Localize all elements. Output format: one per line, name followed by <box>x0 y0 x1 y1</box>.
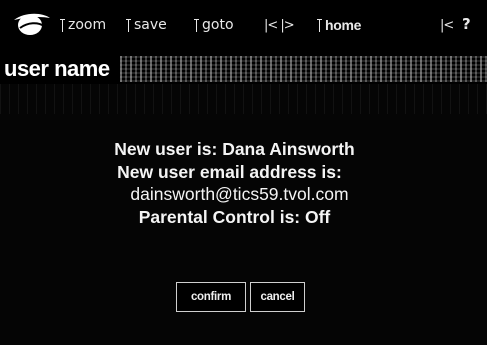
confirm-button[interactable]: confirm <box>176 282 246 312</box>
save-button[interactable]: save <box>126 11 167 33</box>
cancel-button[interactable]: cancel <box>250 282 305 312</box>
save-label: save <box>134 17 167 33</box>
back-label: |< <box>440 18 454 33</box>
home-label: home <box>325 17 362 33</box>
globe-swoosh-logo-icon[interactable] <box>12 10 52 38</box>
title-bar: user name <box>0 54 487 84</box>
prev-next-button[interactable]: |< |> <box>264 11 295 33</box>
confirmation-message: New user is: Dana Ainsworth New user ema… <box>0 138 487 228</box>
back-button[interactable]: |< <box>440 11 454 33</box>
help-label: ? <box>462 15 471 33</box>
toolbar: zoom save goto |< |> home |< ? <box>0 0 487 54</box>
email-value: dainsworth@tics59.tvol.com <box>130 184 349 204</box>
zoom-label: zoom <box>68 17 107 33</box>
tv-screen: zoom save goto |< |> home |< ? user name… <box>0 0 487 345</box>
tick-icon <box>194 19 199 32</box>
tick-icon <box>317 19 322 32</box>
background-texture <box>0 84 487 114</box>
page-title: user name <box>4 56 110 81</box>
tick-icon <box>126 19 131 32</box>
email-label-line: New user email address is: <box>117 161 342 182</box>
home-button[interactable]: home <box>317 11 362 33</box>
parental-control-line: Parental Control is: Off <box>138 206 331 227</box>
cancel-label: cancel <box>260 291 295 303</box>
title-texture <box>120 56 487 82</box>
confirm-label: confirm <box>190 291 232 303</box>
goto-button[interactable]: goto <box>194 11 234 33</box>
new-user-line: New user is: Dana Ainsworth <box>114 139 355 159</box>
goto-label: goto <box>202 17 234 33</box>
help-button[interactable]: ? <box>462 11 471 33</box>
prev-next-label: |< |> <box>264 18 295 33</box>
tick-icon <box>60 19 65 32</box>
zoom-button[interactable]: zoom <box>60 11 107 33</box>
